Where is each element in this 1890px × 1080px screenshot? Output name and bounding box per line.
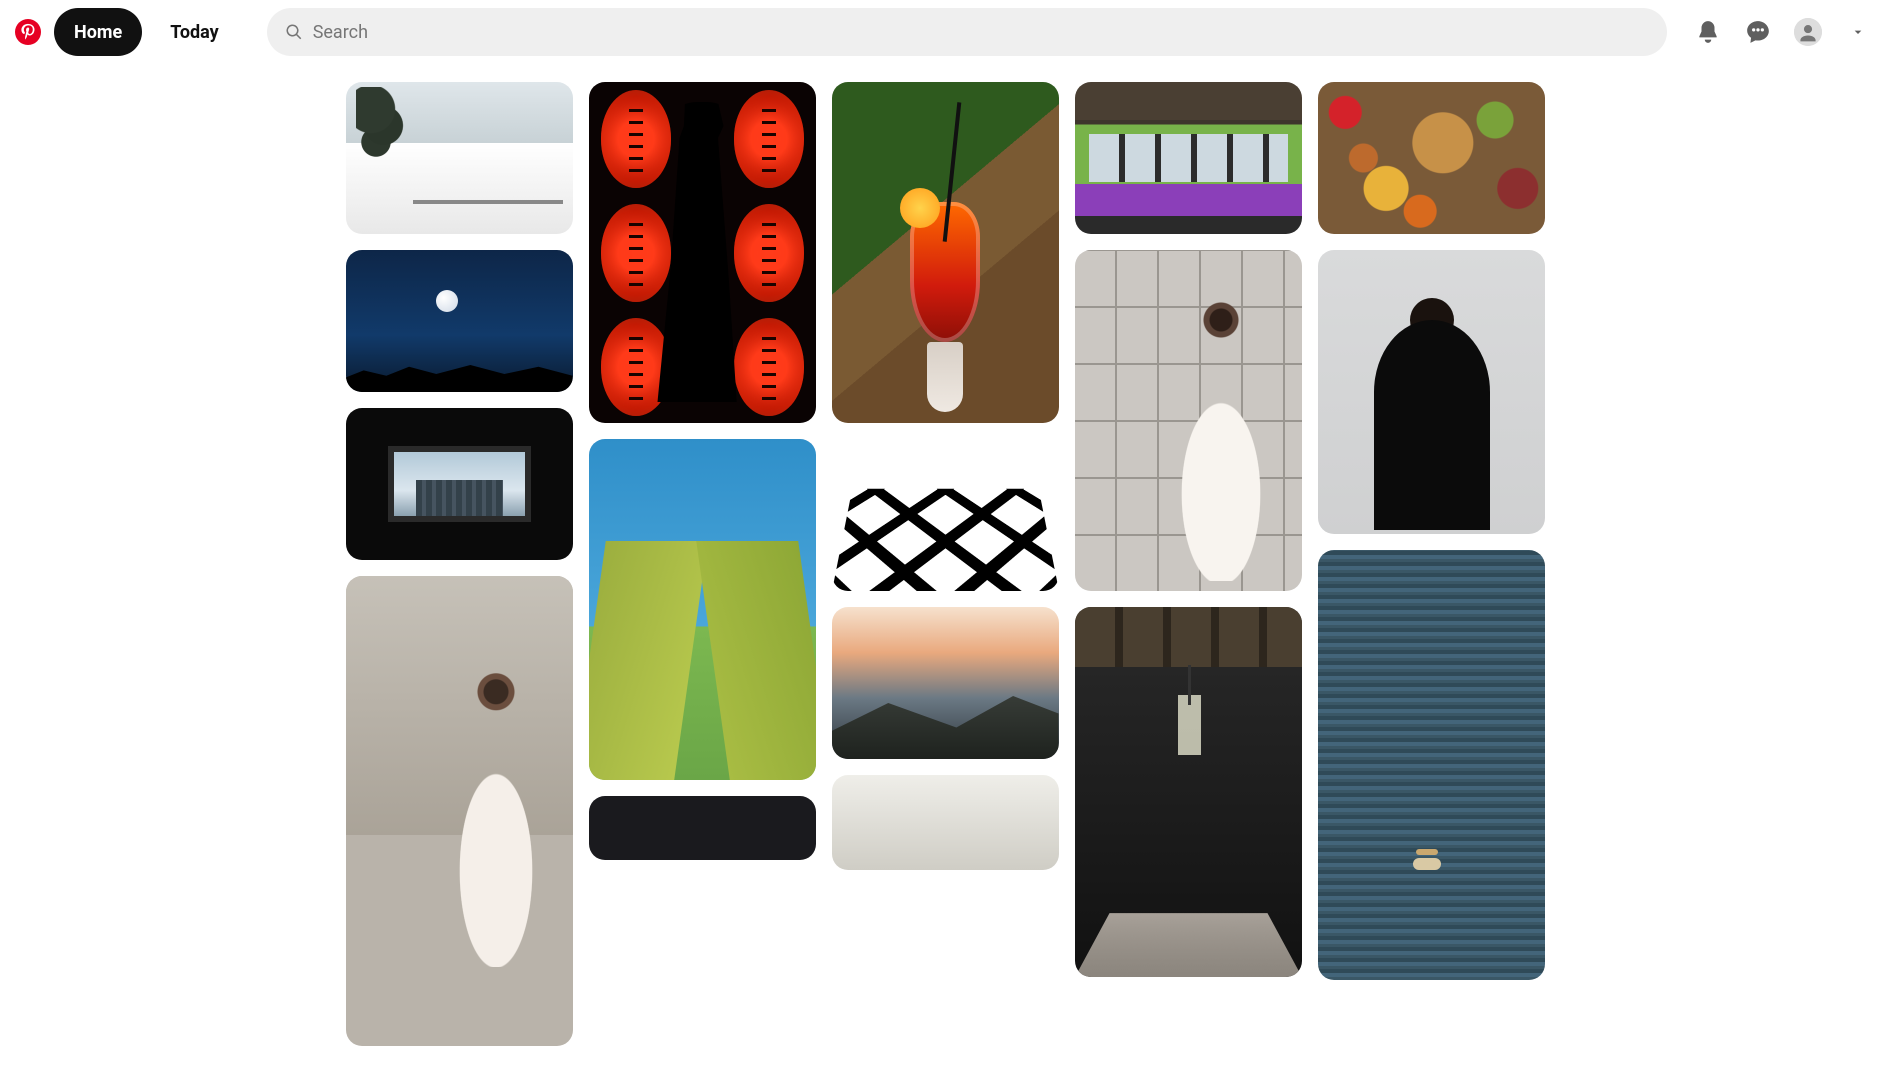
avatar — [1794, 18, 1822, 46]
pin-card[interactable] — [346, 82, 573, 234]
account-button[interactable] — [1787, 11, 1829, 53]
pin-card[interactable] — [589, 82, 816, 423]
pin-feed — [346, 82, 1545, 1046]
notifications-button[interactable] — [1687, 11, 1729, 53]
person-icon — [1794, 18, 1822, 46]
pinterest-icon — [15, 19, 41, 45]
pin-card[interactable] — [346, 576, 573, 1046]
pin-card[interactable] — [1318, 250, 1545, 534]
account-menu-button[interactable] — [1837, 11, 1879, 53]
pin-card[interactable] — [346, 408, 573, 560]
chevron-down-icon — [1850, 24, 1866, 40]
search-bar[interactable] — [267, 8, 1667, 56]
pin-card[interactable] — [1075, 82, 1302, 234]
search-icon — [285, 23, 303, 41]
pin-card[interactable] — [589, 796, 816, 860]
feed-column — [1075, 82, 1302, 1046]
pin-card[interactable] — [832, 607, 1059, 759]
search-input[interactable] — [313, 22, 1649, 43]
home-tab-label: Home — [74, 22, 122, 43]
pin-card[interactable] — [589, 439, 816, 780]
pin-card[interactable] — [1075, 250, 1302, 591]
chat-icon — [1745, 19, 1771, 45]
bell-icon — [1695, 19, 1721, 45]
pin-card[interactable] — [1075, 607, 1302, 977]
messages-button[interactable] — [1737, 11, 1779, 53]
pin-card[interactable] — [346, 250, 573, 392]
feed-column — [832, 82, 1059, 1046]
pinterest-logo[interactable] — [10, 14, 46, 50]
feed-column — [1318, 82, 1545, 1046]
pin-card[interactable] — [1318, 82, 1545, 234]
feed-column — [589, 82, 816, 1046]
pin-card[interactable] — [832, 439, 1059, 591]
pin-card[interactable] — [832, 775, 1059, 870]
today-tab[interactable]: Today — [150, 8, 239, 56]
feed-column — [346, 82, 573, 1046]
pin-card[interactable] — [1318, 550, 1545, 980]
header: Home Today — [0, 0, 1890, 64]
today-tab-label: Today — [170, 22, 219, 43]
pin-card[interactable] — [832, 82, 1059, 423]
home-tab[interactable]: Home — [54, 8, 142, 56]
